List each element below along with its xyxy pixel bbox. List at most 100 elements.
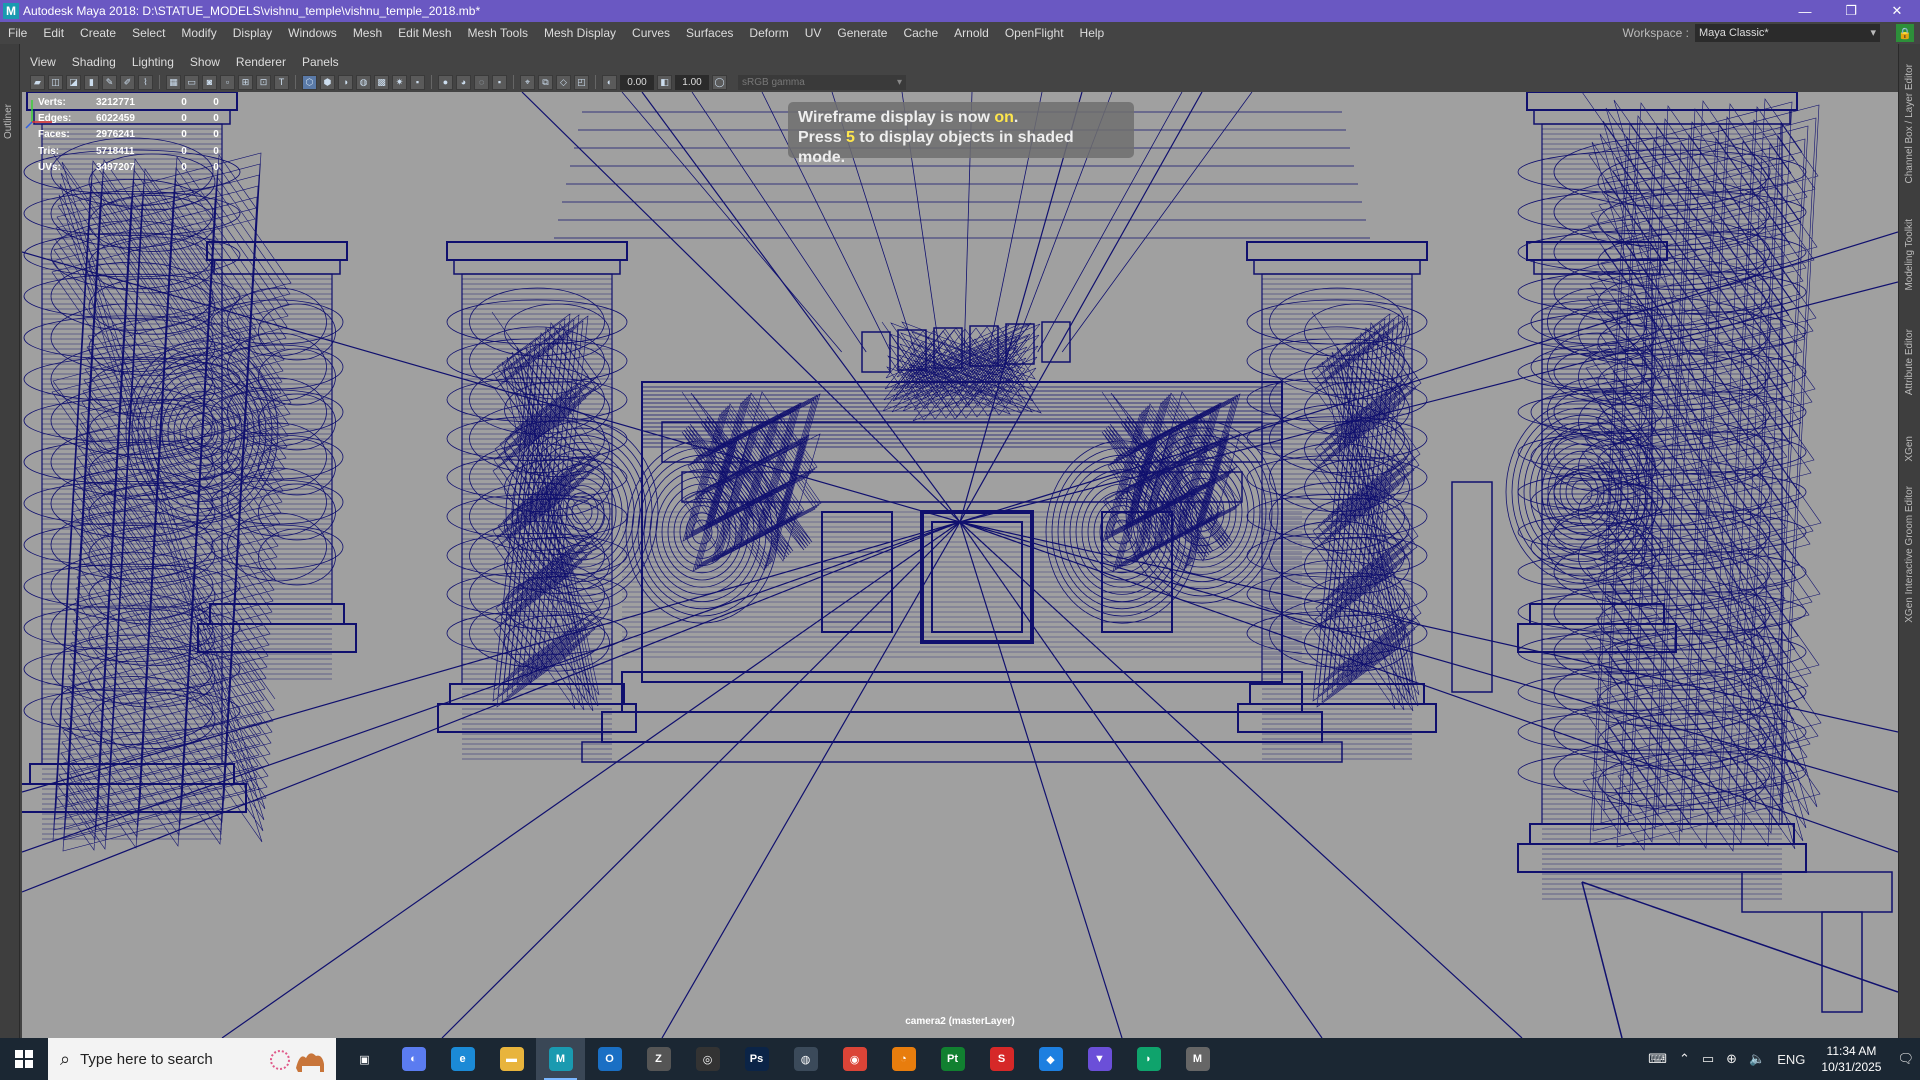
menu-modify[interactable]: Modify (173, 22, 224, 44)
touch-keyboard-icon[interactable]: ⌨ (1648, 1051, 1667, 1067)
app-green-taskbar-icon[interactable]: ◗ (1124, 1038, 1173, 1080)
menu-mesh[interactable]: Mesh (345, 22, 390, 44)
color-space-dropdown[interactable]: sRGB gamma (738, 74, 906, 90)
app-blue-taskbar-icon[interactable]: ◆ (1026, 1038, 1075, 1080)
tab-xgen[interactable]: XGen (1904, 436, 1915, 462)
menu-generate[interactable]: Generate (829, 22, 895, 44)
file-explorer-taskbar-icon[interactable]: ▬ (487, 1038, 536, 1080)
menu-file[interactable]: File (0, 22, 35, 44)
unreal-taskbar-icon[interactable]: ◍ (781, 1038, 830, 1080)
menu-curves[interactable]: Curves (624, 22, 678, 44)
menu-mesh-display[interactable]: Mesh Display (536, 22, 624, 44)
motion-blur-icon[interactable]: ◕ (456, 74, 471, 90)
photoshop-taskbar-icon[interactable]: Ps (732, 1038, 781, 1080)
menu-uv[interactable]: UV (797, 22, 830, 44)
bookmark-icon[interactable]: ◪ (66, 74, 81, 90)
network-icon[interactable]: ⊕ (1726, 1051, 1737, 1067)
gamma-field[interactable]: 0.00 (620, 74, 654, 90)
menu-surfaces[interactable]: Surfaces (678, 22, 741, 44)
substance-taskbar-icon[interactable]: S (977, 1038, 1026, 1080)
copilot-taskbar-icon[interactable]: ◐ (389, 1038, 438, 1080)
volume-icon[interactable]: 🔈 (1749, 1051, 1765, 1067)
camera-icon[interactable]: ▰ (30, 74, 45, 90)
wireframe-on-shaded-icon[interactable]: ◍ (356, 74, 371, 90)
language-indicator[interactable]: ENG (1777, 1052, 1805, 1067)
app-purple-taskbar-icon[interactable]: ▼ (1075, 1038, 1124, 1080)
maximize-button[interactable]: ❐ (1828, 0, 1874, 22)
edge-taskbar-icon[interactable]: e (438, 1038, 487, 1080)
blender-taskbar-icon[interactable]: ◔ (879, 1038, 928, 1080)
image-plane-icon[interactable]: ▮ (84, 74, 99, 90)
lights-icon[interactable]: ✷ (392, 74, 407, 90)
xray-components-icon[interactable]: ◰ (574, 74, 589, 90)
app-gray-taskbar-icon[interactable]: M (1173, 1038, 1222, 1080)
menu-openflight[interactable]: OpenFlight (997, 22, 1072, 44)
default-material-icon[interactable]: ◑ (338, 74, 353, 90)
pencil-icon[interactable]: ✎ (102, 74, 117, 90)
menu-create[interactable]: Create (72, 22, 124, 44)
meet-now-icon[interactable]: ▭ (1702, 1051, 1714, 1067)
notification-icon[interactable]: 🗨 (1897, 1051, 1914, 1067)
taskbar-search-box[interactable]: ⌕ Type here to search (48, 1038, 336, 1080)
chrome-taskbar-icon[interactable]: ◉ (830, 1038, 879, 1080)
safe-title-icon[interactable]: T (274, 74, 289, 90)
system-clock[interactable]: 11:34 AM 10/31/2025 (1821, 1043, 1881, 1075)
field-chart-icon[interactable]: ⊞ (238, 74, 253, 90)
resolution-gate-icon[interactable]: ◙ (202, 74, 217, 90)
menu-select[interactable]: Select (124, 22, 173, 44)
task-view-taskbar-icon[interactable]: ▣ (340, 1038, 389, 1080)
menu-windows[interactable]: Windows (280, 22, 345, 44)
grease-pencil-icon[interactable]: ✐ (120, 74, 135, 90)
workspace-dropdown[interactable]: Maya Classic* (1695, 24, 1880, 42)
color-management-icon[interactable]: ◯ (712, 74, 727, 90)
textured-icon[interactable]: ▩ (374, 74, 389, 90)
exposure-field[interactable]: 1.00 (675, 74, 709, 90)
shadows-icon[interactable]: ▪ (410, 74, 425, 90)
gamma-icon[interactable]: ◐ (602, 74, 617, 90)
menu-arnold[interactable]: Arnold (946, 22, 997, 44)
menu-help[interactable]: Help (1072, 22, 1113, 44)
grid-icon[interactable]: ▦ (166, 74, 181, 90)
panel-menu-show[interactable]: Show (182, 55, 228, 69)
lock-icon[interactable]: 🔒 (1896, 24, 1914, 42)
isolate-select-icon[interactable]: ⌖ (520, 74, 535, 90)
smooth-shade-icon[interactable]: ⬢ (320, 74, 335, 90)
zbrush-taskbar-icon[interactable]: Z (634, 1038, 683, 1080)
outlook-taskbar-icon[interactable]: O (585, 1038, 634, 1080)
close-button[interactable]: ✕ (1874, 0, 1920, 22)
gate-mask-icon[interactable]: ▫ (220, 74, 235, 90)
pycharm-taskbar-icon[interactable]: Pt (928, 1038, 977, 1080)
capture-taskbar-icon[interactable]: ◎ (683, 1038, 732, 1080)
camera-attributes-icon[interactable]: ◫ (48, 74, 63, 90)
panel-menu-panels[interactable]: Panels (294, 55, 347, 69)
tab-xgen-groom[interactable]: XGen Interactive Groom Editor (1904, 486, 1915, 623)
outliner-tab[interactable]: Outliner (3, 104, 14, 139)
menu-edit[interactable]: Edit (35, 22, 72, 44)
tab-modeling-toolkit[interactable]: Modeling Toolkit (1904, 219, 1915, 291)
depth-of-field-icon[interactable]: ▪ (492, 74, 507, 90)
menu-cache[interactable]: Cache (895, 22, 946, 44)
minimize-button[interactable]: — (1782, 0, 1828, 22)
windows-start-button[interactable] (0, 1038, 48, 1080)
exposure-icon[interactable]: ◧ (657, 74, 672, 90)
xray-icon[interactable]: ⧉ (538, 74, 553, 90)
menu-display[interactable]: Display (225, 22, 280, 44)
panel-menu-renderer[interactable]: Renderer (228, 55, 294, 69)
film-gate-icon[interactable]: ▭ (184, 74, 199, 90)
brush-icon[interactable]: ⌇ (138, 74, 153, 90)
maya-taskbar-icon[interactable]: M (536, 1038, 585, 1080)
xray-joints-icon[interactable]: ◇ (556, 74, 571, 90)
menu-deform[interactable]: Deform (741, 22, 796, 44)
panel-menu-lighting[interactable]: Lighting (124, 55, 182, 69)
menu-edit-mesh[interactable]: Edit Mesh (390, 22, 459, 44)
perspective-viewport[interactable]: Verts: 3212771 0 0 Edges: 6022459 0 0 Fa… (22, 92, 1898, 1038)
menu-mesh-tools[interactable]: Mesh Tools (460, 22, 536, 44)
tab-channel-box[interactable]: Channel Box / Layer Editor (1904, 64, 1915, 184)
anti-aliasing-icon[interactable]: ◌ (474, 74, 489, 90)
wireframe-icon[interactable]: ⬡ (302, 74, 317, 90)
chevron-up-icon[interactable]: ⌃ (1679, 1051, 1690, 1067)
tab-attribute-editor[interactable]: Attribute Editor (1904, 329, 1915, 395)
screen-space-ao-icon[interactable]: ● (438, 74, 453, 90)
safe-action-icon[interactable]: ⊡ (256, 74, 271, 90)
panel-menu-view[interactable]: View (22, 55, 64, 69)
